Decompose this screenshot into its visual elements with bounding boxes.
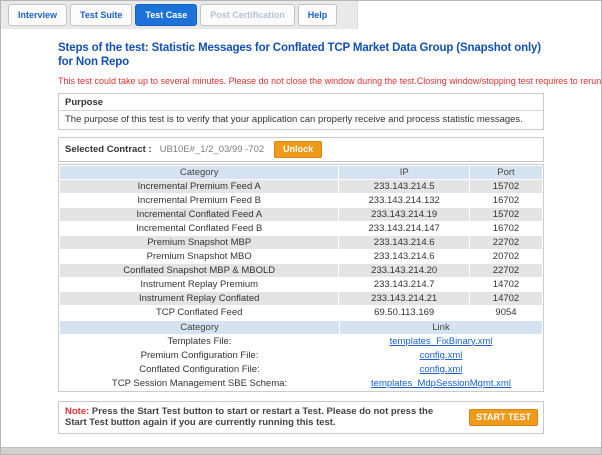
links-table: Category Link Templates File: templates_… bbox=[59, 320, 543, 391]
tab-post-certification: Post Certification bbox=[200, 4, 295, 26]
feeds-header-ip: IP bbox=[339, 166, 469, 179]
links-header-row: Category Link bbox=[60, 321, 542, 334]
links-header-link: Link bbox=[340, 321, 542, 334]
sbe-schema-link[interactable]: templates_MdpSessionMgmt.xml bbox=[371, 378, 511, 389]
note-label: Note: bbox=[65, 406, 89, 417]
table-row: Premium Snapshot MBO233.143.214.620702 bbox=[60, 250, 542, 263]
note-panel: Note: Press the Start Test button to sta… bbox=[58, 401, 544, 435]
selected-contract-panel: Selected Contract : UB10E#_1/2_03/99 -70… bbox=[58, 137, 544, 162]
main-content: Steps of the test: Statistic Messages fo… bbox=[1, 29, 546, 455]
window-bottom-edge bbox=[1, 447, 601, 454]
selected-contract-value: UB10E#_1/2_03/99 -702 bbox=[160, 144, 265, 155]
table-row: Incremental Conflated Feed A233.143.214.… bbox=[60, 208, 542, 221]
table-row: Templates File: templates_FixBinary.xml bbox=[60, 335, 542, 348]
feeds-header-port: Port bbox=[470, 166, 542, 179]
purpose-panel: Purpose The purpose of this test is to v… bbox=[58, 93, 544, 130]
table-row: Conflated Snapshot MBP & MBOLD233.143.21… bbox=[60, 264, 542, 277]
purpose-text: The purpose of this test is to verify th… bbox=[59, 111, 543, 129]
start-test-button[interactable]: START TEST bbox=[469, 409, 538, 426]
app-window: Interview Test Suite Test Case Post Cert… bbox=[0, 0, 602, 455]
table-row: Incremental Premium Feed A233.143.214.51… bbox=[60, 180, 542, 193]
unlock-button[interactable]: Unlock bbox=[274, 141, 322, 158]
connection-info-panel: Category IP Port Incremental Premium Fee… bbox=[58, 164, 544, 392]
tab-bar: Interview Test Suite Test Case Post Cert… bbox=[1, 1, 358, 29]
table-row: Premium Snapshot MBP233.143.214.622702 bbox=[60, 236, 542, 249]
links-header-category: Category bbox=[60, 321, 339, 334]
tab-interview[interactable]: Interview bbox=[8, 4, 67, 26]
tab-help[interactable]: Help bbox=[298, 4, 338, 26]
table-row: Instrument Replay Conflated233.143.214.2… bbox=[60, 292, 542, 305]
table-row: Incremental Premium Feed B233.143.214.13… bbox=[60, 194, 542, 207]
conflated-config-link[interactable]: config.xml bbox=[420, 364, 463, 375]
table-row: Premium Configuration File: config.xml bbox=[60, 349, 542, 362]
table-row: Conflated Configuration File: config.xml bbox=[60, 363, 542, 376]
table-row: TCP Session Management SBE Schema: templ… bbox=[60, 377, 542, 390]
table-row: TCP Conflated Feed69.50.113.1699054 bbox=[60, 306, 542, 319]
note-text: Press the Start Test button to start or … bbox=[65, 406, 433, 429]
page-title: Steps of the test: Statistic Messages fo… bbox=[58, 42, 550, 70]
table-row: Incremental Conflated Feed B233.143.214.… bbox=[60, 222, 542, 235]
templates-file-link[interactable]: templates_FixBinary.xml bbox=[390, 336, 493, 347]
feeds-header-row: Category IP Port bbox=[60, 166, 542, 179]
tab-test-case[interactable]: Test Case bbox=[135, 4, 197, 26]
selected-contract-label: Selected Contract : bbox=[65, 144, 152, 155]
tab-test-suite[interactable]: Test Suite bbox=[70, 4, 132, 26]
table-row: Instrument Replay Premium233.143.214.714… bbox=[60, 278, 542, 291]
purpose-heading: Purpose bbox=[59, 94, 543, 111]
feeds-table: Category IP Port Incremental Premium Fee… bbox=[59, 165, 543, 320]
test-warning-text: This test could take up to several minut… bbox=[58, 76, 546, 86]
feeds-header-category: Category bbox=[60, 166, 338, 179]
premium-config-link[interactable]: config.xml bbox=[420, 350, 463, 361]
